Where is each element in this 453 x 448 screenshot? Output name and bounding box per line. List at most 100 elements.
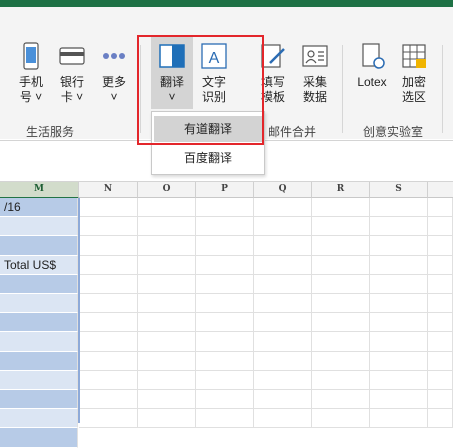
grid-cell[interactable] (138, 351, 196, 371)
grid-cell[interactable] (79, 313, 138, 333)
column-header-next[interactable] (428, 182, 453, 198)
grid-cell[interactable] (79, 332, 138, 352)
collect-data-button[interactable]: 采集 数据 (298, 41, 332, 105)
grid-cell[interactable] (196, 351, 254, 371)
cell-m[interactable] (0, 274, 78, 294)
grid-cell[interactable] (196, 198, 254, 218)
column-header-r[interactable]: R (312, 182, 370, 198)
grid-cell[interactable] (428, 274, 453, 294)
grid-cell[interactable] (428, 198, 453, 218)
grid-cell[interactable] (312, 370, 370, 390)
grid-cell[interactable] (370, 409, 428, 429)
cell-m[interactable] (0, 294, 78, 314)
grid-cell[interactable] (196, 274, 254, 294)
grid-cell[interactable] (196, 313, 254, 333)
column-header-o[interactable]: O (138, 182, 196, 198)
more-button[interactable]: 更多 ˅ (98, 41, 130, 105)
grid-cell[interactable] (312, 351, 370, 371)
grid-cell[interactable] (196, 217, 254, 237)
grid-cell[interactable] (79, 351, 138, 371)
grid-cell[interactable] (428, 217, 453, 237)
grid-cell[interactable] (79, 409, 138, 429)
grid-cell[interactable] (196, 332, 254, 352)
grid-cell[interactable] (428, 409, 453, 429)
grid-cell[interactable] (370, 332, 428, 352)
grid-cell[interactable] (196, 294, 254, 314)
grid-cell[interactable] (370, 370, 428, 390)
menu-item-baidu-translate[interactable]: 百度翻译 (154, 145, 262, 171)
grid-cell[interactable] (79, 390, 138, 410)
grid-cell[interactable] (254, 255, 312, 275)
grid-cell[interactable] (138, 294, 196, 314)
grid-cell[interactable] (79, 236, 138, 256)
grid-cell[interactable] (79, 370, 138, 390)
grid-cell[interactable] (254, 409, 312, 429)
grid-cell[interactable] (312, 313, 370, 333)
grid-cell[interactable] (196, 409, 254, 429)
grid-cell[interactable] (370, 351, 428, 371)
grid-cell[interactable] (428, 294, 453, 314)
grid-cell[interactable] (428, 313, 453, 333)
phone-number-button[interactable]: 手机 号 ˅ (14, 41, 48, 105)
grid-cell[interactable] (254, 313, 312, 333)
grid-cell[interactable] (312, 409, 370, 429)
grid-cell[interactable] (312, 255, 370, 275)
grid-cell[interactable] (312, 332, 370, 352)
grid-cell[interactable] (254, 198, 312, 218)
grid-cell[interactable] (254, 236, 312, 256)
grid-cell[interactable] (196, 255, 254, 275)
cell-m[interactable]: /16 (0, 198, 78, 218)
grid-cell[interactable] (138, 313, 196, 333)
grid-cell[interactable] (254, 351, 312, 371)
cell-m[interactable] (0, 313, 78, 333)
grid-cell[interactable] (312, 274, 370, 294)
grid-cell[interactable] (312, 294, 370, 314)
lotex-button[interactable]: Lotex (352, 41, 392, 90)
grid-cell[interactable] (138, 332, 196, 352)
grid-cell[interactable] (370, 294, 428, 314)
column-header-p[interactable]: P (196, 182, 254, 198)
cell-m[interactable] (0, 332, 78, 352)
grid-cell[interactable] (79, 255, 138, 275)
grid-cell[interactable] (79, 217, 138, 237)
grid-cell[interactable] (196, 236, 254, 256)
grid-cell[interactable] (428, 390, 453, 410)
cell-m[interactable] (0, 409, 78, 429)
grid-cell[interactable] (428, 236, 453, 256)
grid-cell[interactable] (370, 390, 428, 410)
grid-cell[interactable] (254, 332, 312, 352)
bank-card-button[interactable]: 银行 卡 ˅ (54, 41, 90, 105)
grid-cell[interactable] (79, 198, 138, 218)
grid-cell[interactable] (138, 217, 196, 237)
grid-cell[interactable] (254, 294, 312, 314)
grid-cell[interactable] (428, 255, 453, 275)
grid-cell[interactable] (138, 255, 196, 275)
grid-cell[interactable] (254, 370, 312, 390)
grid-cell[interactable] (312, 236, 370, 256)
grid-cell[interactable] (312, 217, 370, 237)
cell-m[interactable]: Total US$ (0, 255, 78, 275)
grid-cell[interactable] (370, 313, 428, 333)
cell-m[interactable] (0, 217, 78, 237)
grid-cell[interactable] (370, 217, 428, 237)
grid-cell[interactable] (79, 294, 138, 314)
column-header-m[interactable]: M (0, 182, 79, 199)
grid-cell[interactable] (79, 274, 138, 294)
grid-cell[interactable] (370, 198, 428, 218)
grid-cell[interactable] (312, 198, 370, 218)
grid-cell[interactable] (428, 351, 453, 371)
grid-cell[interactable] (428, 332, 453, 352)
cell-m[interactable] (0, 428, 78, 448)
cell-m[interactable] (0, 390, 78, 410)
grid-cell[interactable] (370, 255, 428, 275)
grid-cell[interactable] (138, 236, 196, 256)
grid-cell[interactable] (254, 217, 312, 237)
encrypt-selection-button[interactable]: 加密 选区 (396, 41, 432, 105)
grid-cell[interactable] (370, 236, 428, 256)
grid-cell[interactable] (138, 370, 196, 390)
cell-m[interactable] (0, 370, 78, 390)
grid-cell[interactable] (312, 390, 370, 410)
cell-m[interactable] (0, 351, 78, 371)
grid-cell[interactable] (138, 409, 196, 429)
grid-cell[interactable] (428, 370, 453, 390)
